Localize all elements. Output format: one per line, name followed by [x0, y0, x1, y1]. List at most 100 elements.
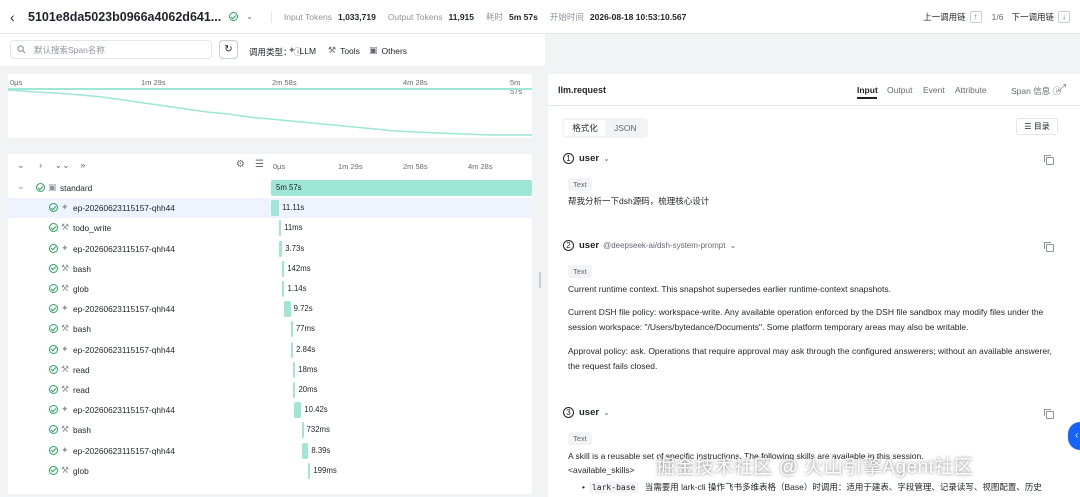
span-row[interactable]: ⚒ read 20ms: [8, 380, 532, 400]
span-duration-label: 11ms: [284, 223, 303, 233]
span-row[interactable]: ⚒ read 18ms: [8, 360, 532, 380]
chevron-down-icon[interactable]: ⌄: [729, 241, 736, 250]
span-row[interactable]: ✦ ep-20260623115157-qhh44 11.11s: [8, 198, 532, 219]
span-row[interactable]: ⚒ bash 732ms: [8, 420, 532, 440]
box-icon: ▣: [369, 45, 378, 55]
prev-trace-label[interactable]: 上一调用链: [923, 11, 966, 23]
overview-minimap[interactable]: 0μs 1m 29s 2m 58s 4m 28s 5m 57s: [8, 74, 532, 138]
span-duration-bar[interactable]: [283, 301, 291, 318]
tab-attribute[interactable]: Attribute: [955, 85, 987, 95]
span-row[interactable]: ✦ ep-20260623115157-qhh44 3.73s: [8, 239, 532, 259]
input-tokens-label: Input Tokens: [283, 11, 332, 22]
success-icon: [49, 344, 58, 354]
chevron-down-icon[interactable]: ⌄: [603, 154, 610, 163]
span-duration-bar[interactable]: [290, 321, 293, 338]
span-row[interactable]: ⚒ todo_write 11ms: [8, 218, 532, 238]
chevron-down-icon[interactable]: ⌄: [17, 181, 25, 192]
tab-output[interactable]: Output: [887, 85, 913, 95]
span-duration-bar[interactable]: [293, 382, 296, 398]
span-duration-label: 199ms: [313, 465, 337, 475]
search-input[interactable]: 默认搜索Span名称: [10, 40, 212, 59]
collapse-all-icon[interactable]: ⌄⌄: [55, 160, 70, 170]
resize-handle[interactable]: [539, 272, 541, 288]
overview-tick-label: 1m 29s: [141, 78, 166, 87]
overview-tick-label: 4m 28s: [403, 78, 428, 87]
skill-name: lark-base: [588, 482, 639, 493]
span-row[interactable]: ✦ ep-20260623115157-qhh44 9.72s: [8, 299, 532, 319]
timeline-tick-label: 1m 29s: [338, 162, 363, 171]
trace-id: 5101e8da5023b0966a4062d641...: [28, 9, 222, 24]
collapse-icon[interactable]: ⌄: [17, 160, 25, 170]
arrow-up-icon[interactable]: ↑: [969, 10, 982, 23]
timeline-tick-label: 0μs: [273, 162, 286, 171]
refresh-button[interactable]: ↻: [219, 40, 238, 59]
settings-icon[interactable]: ⚙: [236, 159, 245, 170]
overview-root-bar: [8, 88, 532, 90]
llm-icon: ✦: [61, 404, 69, 415]
span-duration-bar[interactable]: [282, 281, 285, 297]
output-tokens-value: 11,915: [448, 11, 475, 22]
filter-others[interactable]: ▣ Others: [369, 45, 407, 56]
close-icon[interactable]: ⤢: [1058, 83, 1066, 94]
chevron-down-icon[interactable]: ⌄: [246, 12, 253, 21]
span-duration-label: 77ms: [295, 324, 315, 334]
span-name: bash: [73, 425, 91, 436]
list-icon: ☰: [1024, 122, 1032, 131]
span-row[interactable]: ⚒ glob 1.14s: [8, 279, 532, 299]
format-tab-json[interactable]: JSON: [614, 123, 637, 133]
chevron-down-icon[interactable]: ⌄: [603, 408, 610, 417]
wrench-icon: ⚒: [61, 384, 70, 394]
span-row[interactable]: ⚒ bash 142ms: [8, 259, 532, 279]
tab-event[interactable]: Event: [923, 85, 945, 95]
span-duration-bar[interactable]: [308, 462, 311, 479]
expand-icon[interactable]: ›: [39, 160, 42, 170]
span-duration-bar[interactable]: [291, 341, 294, 358]
span-name: standard: [60, 183, 93, 193]
timeline-tick-label: 2m 58s: [403, 162, 428, 171]
span-duration-bar[interactable]: [279, 220, 282, 237]
arrow-down-icon[interactable]: ↓: [1058, 10, 1070, 23]
span-row[interactable]: ⌄ ▣ standard 5m 57s: [8, 178, 532, 198]
back-icon[interactable]: ‹: [10, 9, 26, 25]
wrench-icon: ⚒: [328, 45, 337, 55]
toc-button[interactable]: ☰ 目录: [1016, 118, 1058, 135]
tab-input[interactable]: Input: [857, 85, 878, 95]
span-info-button[interactable]: Span 信息 ⓘ: [1011, 85, 1061, 97]
span-duration-bar[interactable]: [271, 200, 280, 217]
span-name: ep-20260623115157-qhh44: [73, 304, 175, 315]
wrench-icon: ⚒: [61, 363, 70, 374]
span-duration-label: 9.72s: [293, 304, 313, 314]
copy-icon[interactable]: [1044, 155, 1054, 165]
span-duration-label: 18ms: [298, 364, 318, 374]
success-icon: [49, 263, 58, 273]
filter-tools[interactable]: ⚒ Tools: [328, 45, 360, 56]
span-row[interactable]: ✦ ep-20260623115157-qhh44 10.42s: [8, 400, 532, 420]
span-duration-bar[interactable]: [282, 260, 285, 277]
span-row[interactable]: ⚒ bash 77ms: [8, 319, 532, 339]
span-duration-bar[interactable]: [302, 442, 309, 459]
span-row[interactable]: ✦ ep-20260623115157-qhh44 8.39s: [8, 441, 532, 461]
next-trace-label[interactable]: 下一调用链: [1011, 11, 1054, 23]
span-duration-label: 11.11s: [282, 203, 305, 213]
success-icon: [49, 405, 58, 415]
span-duration-bar[interactable]: [301, 422, 304, 439]
success-icon: [49, 445, 58, 455]
success-icon: [49, 304, 58, 314]
expand-all-icon[interactable]: »: [80, 160, 85, 170]
copy-icon[interactable]: [1044, 242, 1054, 252]
span-duration-bar[interactable]: [293, 402, 302, 419]
span-row[interactable]: ⚒ glob 199ms: [8, 461, 532, 481]
copy-icon[interactable]: [1044, 409, 1054, 419]
success-icon: [49, 324, 58, 334]
filter-llm[interactable]: ✦ LLM: [288, 45, 316, 56]
span-duration-bar[interactable]: [271, 180, 532, 196]
format-tab-formatted[interactable]: 格式化: [564, 120, 606, 136]
wrench-icon: ⚒: [61, 323, 70, 334]
layout-icon[interactable]: ☰: [255, 159, 264, 170]
span-duration-bar[interactable]: [279, 240, 283, 257]
span-duration-bar[interactable]: [293, 361, 296, 378]
output-tokens-label: Output Tokens: [387, 11, 443, 22]
success-icon: [49, 364, 58, 374]
span-row[interactable]: ✦ ep-20260623115157-qhh44 2.84s: [8, 340, 532, 360]
span-name: read: [73, 364, 90, 375]
